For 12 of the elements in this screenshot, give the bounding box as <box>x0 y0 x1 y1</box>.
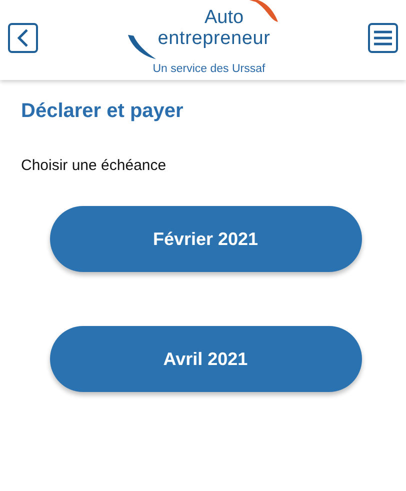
deadline-button[interactable]: Février 2021 <box>50 206 362 272</box>
logo-text: Auto <box>204 8 244 28</box>
deadline-button[interactable]: Avril 2021 <box>50 326 362 392</box>
chevron-left-icon <box>17 29 29 47</box>
menu-button[interactable] <box>368 23 398 53</box>
back-button[interactable] <box>8 23 38 53</box>
prompt-text: Choisir une échéance <box>21 157 168 174</box>
logo-tagline: Un service des Urssaf <box>152 62 266 74</box>
swoosh-icon <box>128 34 156 60</box>
page-title: Déclarer et payer <box>21 100 184 123</box>
logo-text: entrepreneur <box>158 28 270 50</box>
menu-icon <box>373 30 393 46</box>
